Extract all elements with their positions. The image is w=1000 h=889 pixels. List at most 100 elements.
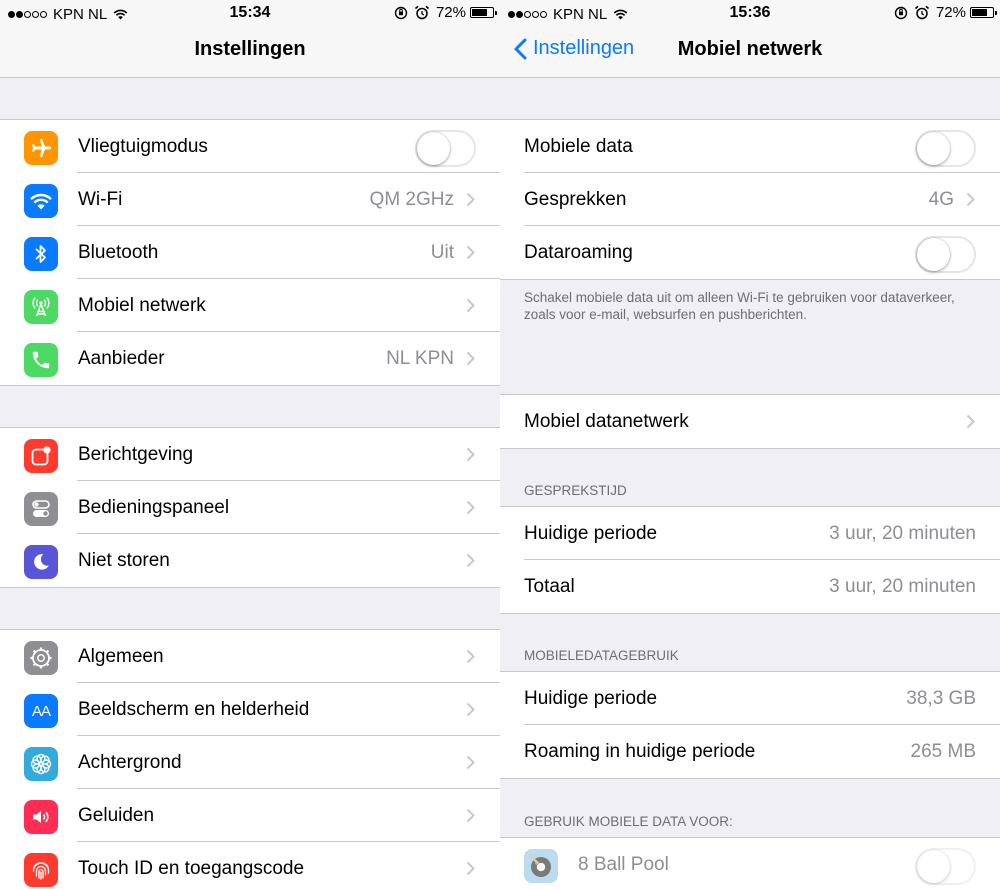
chevron-right-icon	[466, 808, 475, 823]
mobile-datanetwork-group: Mobiel datanetwerk	[500, 394, 1000, 449]
moon-icon	[24, 545, 58, 579]
call-time-group: Huidige periode 3 uur, 20 minuten Totaal…	[500, 506, 1000, 614]
row-value: 3 uur, 20 minuten	[829, 523, 976, 544]
mobile-data-toggle[interactable]	[915, 130, 976, 167]
row-label: Mobiel netwerk	[78, 295, 206, 316]
row-label: Huidige periode	[524, 523, 658, 544]
chevron-right-icon	[466, 192, 475, 207]
airplane-icon	[24, 131, 58, 165]
mobile-data-group: Mobiele data Gesprekken 4G Dataroaming	[500, 119, 1000, 280]
row-label: Gesprekken	[524, 189, 627, 210]
chevron-right-icon	[966, 192, 975, 207]
chevron-right-icon	[466, 447, 475, 462]
8-ball-pool-toggle[interactable]	[915, 848, 976, 885]
row-label: Touch ID en toegangscode	[78, 858, 305, 879]
chevron-right-icon	[466, 245, 475, 260]
fingerprint-icon	[24, 853, 58, 887]
row-value: 4G	[928, 189, 954, 210]
chevron-right-icon	[466, 298, 475, 313]
alarm-icon	[914, 5, 929, 20]
chevron-right-icon	[466, 649, 475, 664]
battery-icon	[970, 7, 997, 18]
row-label: Geluiden	[78, 805, 155, 826]
battery-icon	[470, 7, 497, 18]
data-usage-section-header: MOBIELEDATAGEBRUIK	[524, 648, 679, 663]
rotation-lock-icon	[894, 6, 908, 19]
chevron-right-icon	[466, 702, 475, 717]
connectivity-group: Vliegtuigmodus Wi-Fi QM 2GHz Bluetooth U	[0, 119, 500, 386]
settings-row-wifi[interactable]: Wi-Fi QM 2GHz	[0, 173, 500, 226]
chevron-right-icon	[966, 414, 975, 429]
settings-row-carrier[interactable]: Aanbieder NL KPN	[0, 332, 500, 385]
list-item: Huidige periode 38,3 GB	[500, 672, 1000, 725]
settings-row-notifications[interactable]: Berichtgeving	[0, 428, 500, 481]
status-bar: KPN NL 15:36 72%	[500, 0, 1000, 26]
use-mobile-data-for-header: GEBRUIK MOBIELE DATA VOOR:	[524, 814, 733, 829]
settings-row-do-not-disturb[interactable]: Niet storen	[0, 534, 500, 587]
settings-row-control-center[interactable]: Bedieningspaneel	[0, 481, 500, 534]
row-label: Beeldscherm en helderheid	[78, 699, 310, 720]
general-group: Algemeen AA Beeldscherm en helderheid Ac…	[0, 629, 500, 889]
sound-icon	[24, 800, 58, 834]
wifi-icon	[24, 184, 58, 218]
row-value: 265 MB	[910, 741, 976, 762]
settings-row-data-roaming[interactable]: Dataroaming	[500, 226, 1000, 279]
row-label: Algemeen	[78, 646, 164, 667]
row-label: Aanbieder	[78, 348, 165, 369]
airplane-mode-toggle[interactable]	[415, 130, 476, 167]
data-roaming-toggle[interactable]	[915, 236, 976, 273]
data-usage-group: Huidige periode 38,3 GB Roaming in huidi…	[500, 671, 1000, 779]
row-label: Totaal	[524, 576, 575, 597]
row-label: Vliegtuigmodus	[78, 136, 208, 157]
mobile-data-footer-text: Schakel mobiele data uit om alleen Wi-Fi…	[524, 290, 955, 322]
settings-screen: KPN NL 15:34 72% Instellingen Vliegtuigm…	[0, 0, 500, 889]
settings-row-wallpaper[interactable]: Achtergrond	[0, 736, 500, 789]
row-label: Berichtgeving	[78, 444, 194, 465]
notifications-icon	[24, 439, 58, 473]
settings-row-airplane-mode[interactable]: Vliegtuigmodus	[0, 120, 500, 173]
list-item: Huidige periode 3 uur, 20 minuten	[500, 507, 1000, 560]
settings-row-sounds[interactable]: Geluiden	[0, 789, 500, 842]
chevron-right-icon	[466, 553, 475, 568]
row-value: Uit	[430, 242, 454, 263]
row-label: Huidige periode	[524, 688, 658, 709]
list-item: Roaming in huidige periode 265 MB	[500, 725, 1000, 778]
notifications-group: Berichtgeving Bedieningspaneel Niet stor…	[0, 427, 500, 588]
gear-icon	[24, 641, 58, 675]
battery-percentage: 72%	[435, 4, 466, 21]
settings-row-touch-id[interactable]: Touch ID en toegangscode	[0, 842, 500, 889]
page-title: Instellingen	[194, 38, 306, 60]
alarm-icon	[414, 5, 429, 20]
phone-icon	[24, 343, 58, 377]
apps-group: 8 Ball Pool	[500, 837, 1000, 889]
rotation-lock-icon	[394, 6, 408, 19]
chevron-right-icon	[466, 861, 475, 876]
row-label: Mobiel datanetwerk	[524, 411, 689, 432]
settings-row-general[interactable]: Algemeen	[0, 630, 500, 683]
settings-row-bluetooth[interactable]: Bluetooth Uit	[0, 226, 500, 279]
mobile-network-screen: KPN NL 15:36 72% Instellingen Mobiel net…	[500, 0, 1000, 889]
chevron-right-icon	[466, 500, 475, 515]
display-icon: AA	[24, 694, 58, 728]
status-bar: KPN NL 15:34 72%	[0, 0, 500, 26]
chevron-right-icon	[466, 351, 475, 366]
row-label: Roaming in huidige periode	[524, 741, 756, 762]
row-label: Niet storen	[78, 550, 170, 571]
bluetooth-icon	[24, 237, 58, 271]
row-value: 3 uur, 20 minuten	[829, 576, 976, 597]
settings-row-display-brightness[interactable]: AA Beeldscherm en helderheid	[0, 683, 500, 736]
settings-row-calls[interactable]: Gesprekken 4G	[500, 173, 1000, 226]
control-center-icon	[24, 492, 58, 526]
settings-row-mobile-data[interactable]: Mobiele data	[500, 120, 1000, 173]
row-value: QM 2GHz	[369, 189, 454, 210]
row-label: Achtergrond	[78, 752, 182, 773]
settings-row-mobile-datanetwork[interactable]: Mobiel datanetwerk	[500, 395, 1000, 448]
row-label: Mobiele data	[524, 136, 633, 157]
settings-row-app-8-ball-pool[interactable]: 8 Ball Pool	[500, 838, 1000, 889]
navigation-bar: KPN NL 15:36 72% Instellingen Mobiel net…	[500, 0, 1000, 78]
row-label: Wi-Fi	[78, 189, 123, 210]
chevron-right-icon	[466, 755, 475, 770]
settings-row-mobile-network[interactable]: Mobiel netwerk	[0, 279, 500, 332]
row-label: Bluetooth	[78, 242, 159, 263]
list-item: Totaal 3 uur, 20 minuten	[500, 560, 1000, 613]
